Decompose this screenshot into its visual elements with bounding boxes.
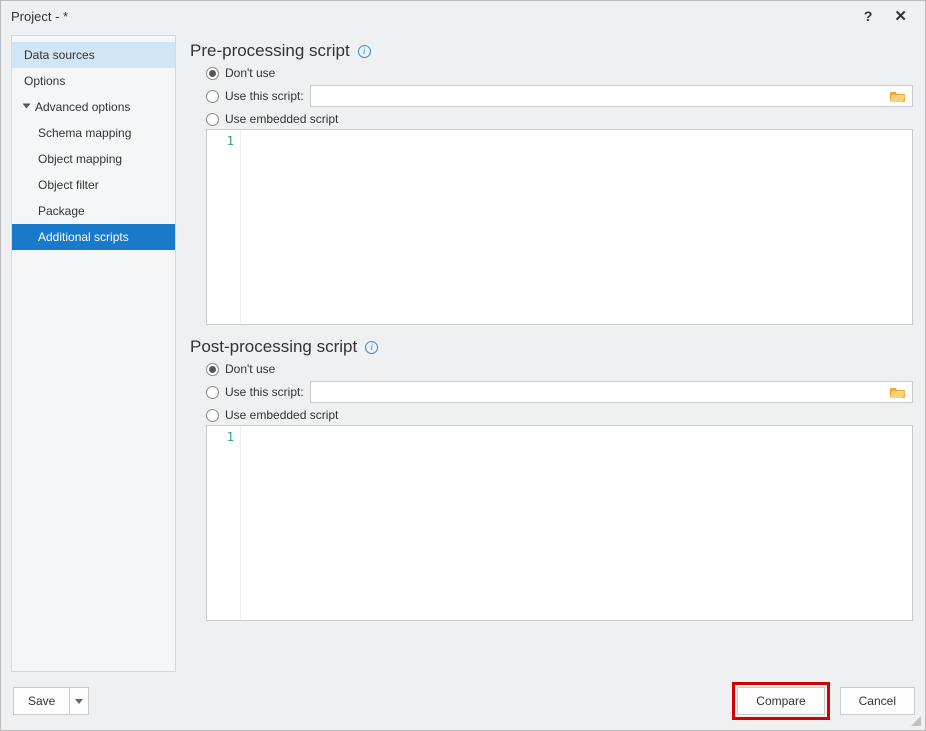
project-dialog: Project - * ? ✕ Data sources Options Adv…: [0, 0, 926, 731]
post-processing-section: Post-processing script i Don't use Use t…: [190, 337, 913, 621]
save-button[interactable]: Save: [13, 687, 69, 715]
sidebar-item-label: Additional scripts: [38, 230, 129, 244]
radio-icon: [206, 67, 219, 80]
compare-highlight: Compare: [732, 682, 829, 720]
sidebar: Data sources Options Advanced options Sc…: [11, 35, 176, 672]
radio-label: Use this script:: [225, 385, 304, 399]
editor-gutter: 1: [207, 426, 241, 620]
pre-radio-embedded[interactable]: Use embedded script: [190, 109, 913, 129]
pre-radio-use-script[interactable]: Use this script:: [190, 83, 913, 109]
sidebar-item-additional-scripts[interactable]: Additional scripts: [12, 224, 175, 250]
post-radio-use-script[interactable]: Use this script:: [190, 379, 913, 405]
editor-gutter: 1: [207, 130, 241, 324]
radio-label: Don't use: [225, 362, 275, 376]
resize-grip[interactable]: [909, 714, 921, 726]
sidebar-item-options[interactable]: Options: [12, 68, 175, 94]
pre-radio-dont-use[interactable]: Don't use: [190, 63, 913, 83]
sidebar-item-data-sources[interactable]: Data sources: [12, 42, 175, 68]
save-split-button: Save: [13, 687, 89, 715]
editor-body[interactable]: [241, 130, 912, 324]
radio-label: Use embedded script: [225, 408, 338, 422]
sidebar-item-label: Object filter: [38, 178, 99, 192]
sidebar-item-label: Package: [38, 204, 85, 218]
post-radio-embedded[interactable]: Use embedded script: [190, 405, 913, 425]
help-icon[interactable]: ?: [864, 8, 873, 24]
radio-label: Use this script:: [225, 89, 304, 103]
radio-icon: [206, 386, 219, 399]
window-title: Project - *: [11, 9, 68, 24]
cancel-button[interactable]: Cancel: [840, 687, 915, 715]
post-embedded-editor[interactable]: 1: [206, 425, 913, 621]
radio-label: Don't use: [225, 66, 275, 80]
pre-processing-section: Pre-processing script i Don't use Use th…: [190, 41, 913, 325]
footer: Save Compare Cancel: [1, 672, 925, 730]
sidebar-item-schema-mapping[interactable]: Schema mapping: [12, 120, 175, 146]
titlebar-controls: ? ✕: [864, 7, 915, 25]
pre-processing-title-row: Pre-processing script i: [190, 41, 913, 61]
sidebar-item-label: Object mapping: [38, 152, 122, 166]
editor-body[interactable]: [241, 426, 912, 620]
info-icon[interactable]: i: [358, 45, 371, 58]
radio-icon: [206, 90, 219, 103]
post-script-path-input[interactable]: [310, 381, 913, 403]
info-icon[interactable]: i: [365, 341, 378, 354]
radio-label: Use embedded script: [225, 112, 338, 126]
radio-icon: [206, 113, 219, 126]
browse-folder-icon[interactable]: [890, 89, 906, 103]
save-dropdown-button[interactable]: [69, 687, 89, 715]
titlebar: Project - * ? ✕: [1, 1, 925, 35]
compare-button[interactable]: Compare: [737, 687, 824, 715]
pre-embedded-editor[interactable]: 1: [206, 129, 913, 325]
browse-folder-icon[interactable]: [890, 385, 906, 399]
sidebar-item-label: Schema mapping: [38, 126, 131, 140]
radio-icon: [206, 409, 219, 422]
post-radio-dont-use[interactable]: Don't use: [190, 359, 913, 379]
pre-processing-title: Pre-processing script: [190, 41, 350, 61]
content-pane: Pre-processing script i Don't use Use th…: [184, 35, 915, 672]
sidebar-item-package[interactable]: Package: [12, 198, 175, 224]
sidebar-item-label: Advanced options: [35, 100, 130, 114]
sidebar-item-object-mapping[interactable]: Object mapping: [12, 146, 175, 172]
dialog-body: Data sources Options Advanced options Sc…: [1, 35, 925, 672]
radio-icon: [206, 363, 219, 376]
post-processing-title-row: Post-processing script i: [190, 337, 913, 357]
sidebar-item-label: Data sources: [24, 48, 95, 62]
sidebar-item-object-filter[interactable]: Object filter: [12, 172, 175, 198]
pre-script-path-input[interactable]: [310, 85, 913, 107]
footer-right: Compare Cancel: [732, 682, 915, 720]
close-icon[interactable]: ✕: [894, 7, 907, 25]
sidebar-item-advanced-options[interactable]: Advanced options: [12, 94, 175, 120]
post-processing-title: Post-processing script: [190, 337, 357, 357]
sidebar-item-label: Options: [24, 74, 65, 88]
